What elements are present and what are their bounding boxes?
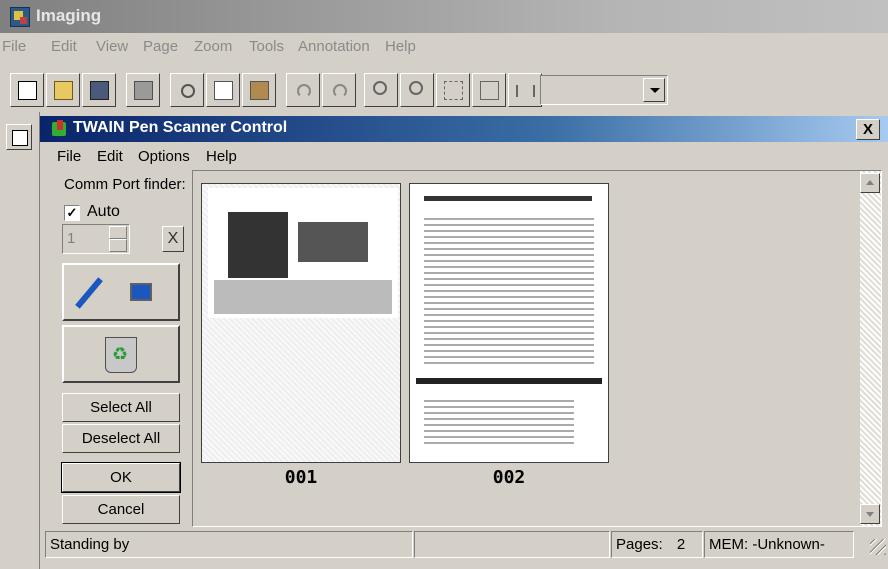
drag-icon <box>444 81 463 100</box>
menu-zoom[interactable]: Zoom <box>194 38 232 55</box>
pages-count: 2 <box>676 536 686 553</box>
clear-port-button[interactable]: X <box>162 226 184 252</box>
menu-annotation[interactable]: Annotation <box>298 38 370 55</box>
print-button[interactable] <box>126 73 160 107</box>
app-titlebar: Imaging <box>0 0 888 33</box>
status-message: Standing by <box>45 531 413 558</box>
redo-icon <box>333 84 347 98</box>
pages-cell: Pages: 2 <box>611 531 703 558</box>
memory-status: MEM: -Unknown- <box>704 531 854 558</box>
auto-checkbox[interactable]: ✓ <box>64 205 80 221</box>
status-bar: Standing by Pages: 2 MEM: -Unknown- <box>40 531 888 559</box>
zoom-combobox[interactable] <box>540 75 668 105</box>
dialog-menu-edit[interactable]: Edit <box>97 148 123 165</box>
page-gallery: 001 002 <box>192 170 882 527</box>
open-icon <box>54 81 73 100</box>
menu-help[interactable]: Help <box>385 38 416 55</box>
main-toolbar <box>10 73 888 107</box>
new-button[interactable] <box>10 73 44 107</box>
comm-port-spinner[interactable]: 1 <box>62 224 130 254</box>
select-all-button[interactable]: Select All <box>62 393 180 422</box>
copy-button[interactable] <box>206 73 240 107</box>
cancel-button[interactable]: Cancel <box>62 495 180 524</box>
computer-icon <box>130 283 152 301</box>
menu-file[interactable]: File <box>2 38 26 55</box>
dialog-title: TWAIN Pen Scanner Control <box>73 119 288 136</box>
recycle-button[interactable] <box>62 325 180 383</box>
pen-icon <box>75 277 103 309</box>
new-icon <box>18 81 37 100</box>
page-view-icon[interactable] <box>6 124 32 150</box>
save-icon <box>90 81 109 100</box>
dialog-menu-file[interactable]: File <box>57 148 81 165</box>
zoom-in-button[interactable] <box>364 73 398 107</box>
resize-grip-icon[interactable] <box>870 539 886 555</box>
print-icon <box>134 81 153 100</box>
best-fit-button[interactable] <box>472 73 506 107</box>
undo-button[interactable] <box>286 73 320 107</box>
menu-tools[interactable]: Tools <box>249 38 284 55</box>
paste-button[interactable] <box>242 73 276 107</box>
app-title: Imaging <box>36 6 102 25</box>
spinner-down-icon[interactable] <box>109 239 127 252</box>
page-label: 002 <box>492 467 526 488</box>
comm-port-value: 1 <box>67 230 76 247</box>
imaging-app-icon <box>10 7 30 27</box>
fit-width-icon <box>516 85 535 97</box>
recycle-bin-icon <box>105 337 137 373</box>
status-blank <box>414 531 610 558</box>
ok-button[interactable]: OK <box>61 462 181 493</box>
twain-dialog: TWAIN Pen Scanner Control X File Edit Op… <box>40 116 888 569</box>
save-button[interactable] <box>82 73 116 107</box>
chevron-down-icon[interactable] <box>643 78 665 102</box>
dialog-menu-options[interactable]: Options <box>138 148 190 165</box>
zoom-out-button[interactable] <box>400 73 434 107</box>
zoom-out-icon <box>409 81 423 95</box>
copy-icon <box>214 81 233 100</box>
menu-edit[interactable]: Edit <box>51 38 77 55</box>
page-label: 001 <box>284 467 318 488</box>
dialog-titlebar: TWAIN Pen Scanner Control <box>40 116 888 142</box>
menu-page[interactable]: Page <box>143 38 178 55</box>
thumbnail-strip <box>0 112 40 569</box>
undo-icon <box>297 84 311 98</box>
pages-label: Pages: <box>616 536 663 553</box>
cut-icon <box>181 84 195 98</box>
drag-button[interactable] <box>436 73 470 107</box>
deselect-all-button[interactable]: Deselect All <box>62 424 180 453</box>
scanner-app-icon <box>52 120 66 136</box>
redo-button[interactable] <box>322 73 356 107</box>
scroll-up-icon[interactable] <box>860 173 880 193</box>
fit-width-button[interactable] <box>508 73 542 107</box>
scroll-down-icon[interactable] <box>860 504 880 524</box>
spinner-up-icon[interactable] <box>109 226 127 239</box>
close-button[interactable]: X <box>856 119 880 140</box>
page-thumbnail[interactable] <box>201 183 401 463</box>
menu-view[interactable]: View <box>96 38 128 55</box>
page-thumbnail[interactable] <box>409 183 609 463</box>
paste-icon <box>250 81 269 100</box>
zoom-in-icon <box>373 81 387 95</box>
auto-label: Auto <box>87 203 120 220</box>
gallery-scrollbar[interactable] <box>859 171 881 526</box>
scan-pen-button[interactable] <box>62 263 180 321</box>
dialog-menu-help[interactable]: Help <box>206 148 237 165</box>
best-fit-icon <box>480 81 499 100</box>
open-button[interactable] <box>46 73 80 107</box>
page-preview-image <box>208 188 398 318</box>
cut-button[interactable] <box>170 73 204 107</box>
comm-port-label: Comm Port finder: <box>64 176 186 193</box>
